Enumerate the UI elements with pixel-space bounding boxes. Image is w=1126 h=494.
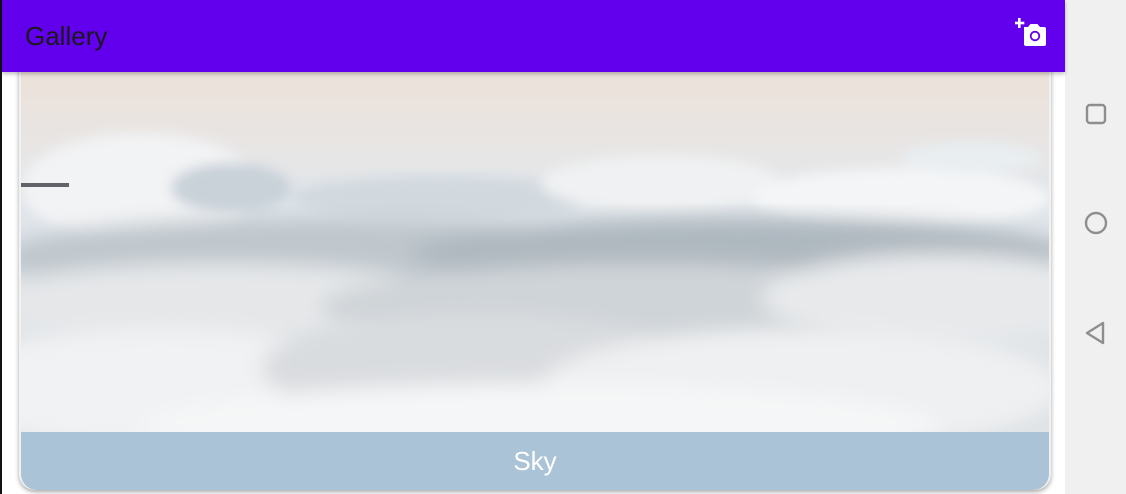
card-caption: Sky <box>21 432 1049 490</box>
app-bar: Gallery <box>2 0 1065 72</box>
add-photo-button[interactable] <box>1015 15 1049 49</box>
back-icon <box>1085 321 1105 345</box>
gallery-card[interactable]: Sky <box>19 68 1051 490</box>
screen: Gallery Sky <box>0 0 1126 494</box>
recent-apps-button[interactable] <box>1083 101 1109 127</box>
system-navigation-bar <box>1065 0 1126 494</box>
gallery-list: Sky <box>2 68 1065 494</box>
home-button[interactable] <box>1083 210 1109 236</box>
clouds-image <box>21 68 1049 432</box>
app-title: Gallery <box>25 20 108 51</box>
caption-label: Sky <box>513 445 557 476</box>
add-a-photo-icon <box>1015 18 1046 46</box>
home-icon <box>1084 211 1108 235</box>
back-button[interactable] <box>1083 320 1109 346</box>
recent-apps-icon <box>1085 103 1107 125</box>
sky-photo <box>21 68 1049 432</box>
gallery-app: Gallery Sky <box>0 0 1065 494</box>
